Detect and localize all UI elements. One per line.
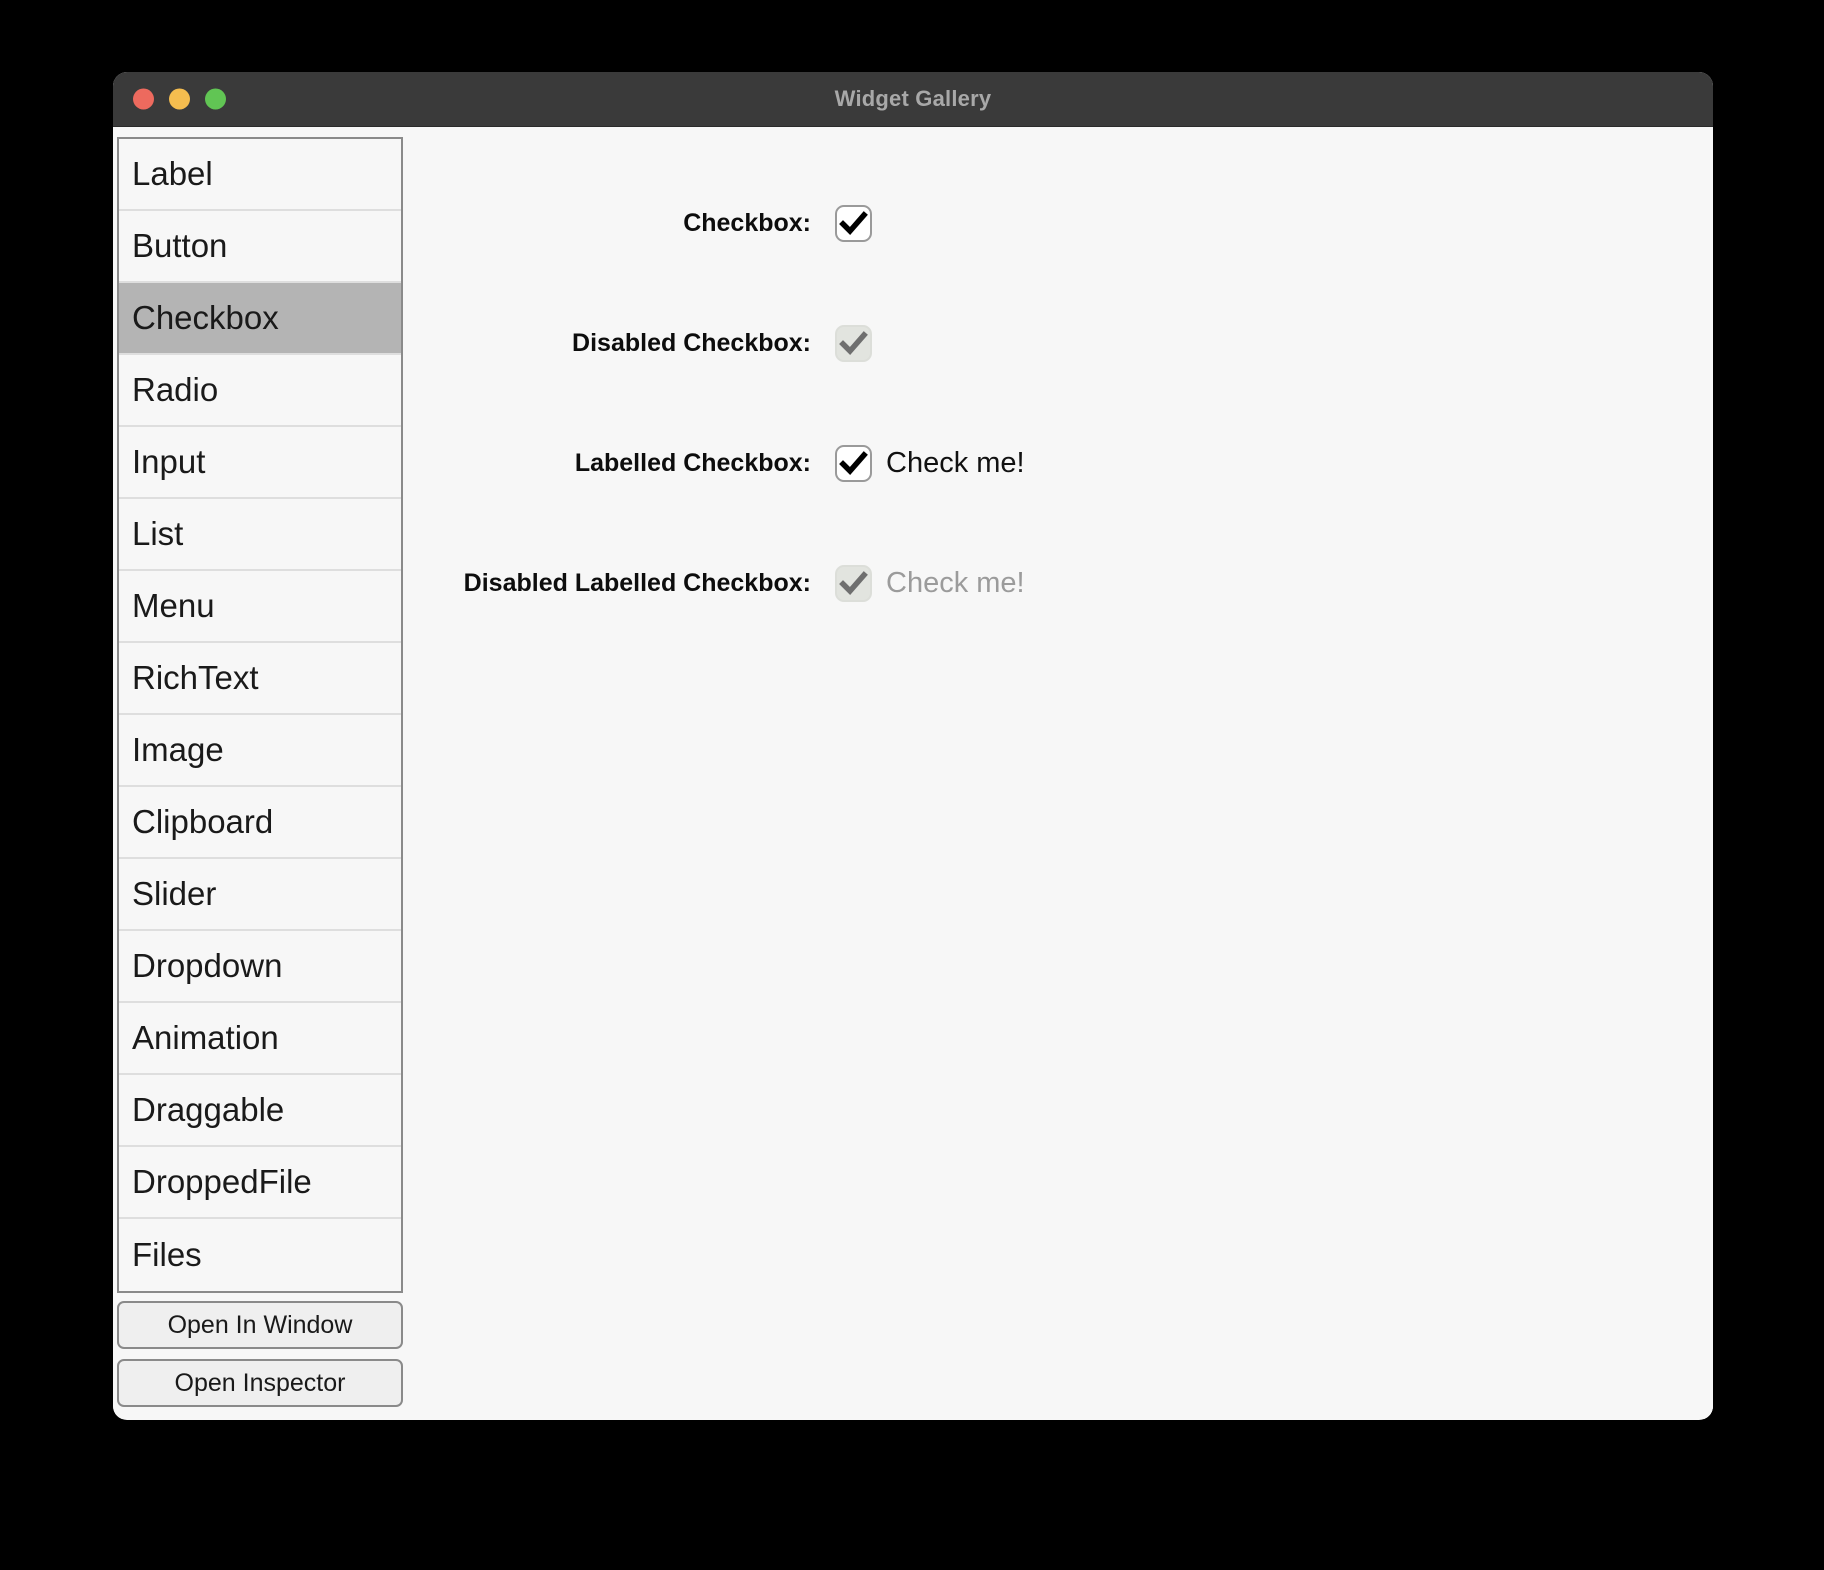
checkbox[interactable] — [835, 204, 872, 242]
checkbox-row-label: Checkbox: — [683, 208, 811, 237]
checkbox-row-label: Disabled Labelled Checkbox: — [463, 568, 811, 597]
check-icon — [839, 450, 868, 475]
checkbox-caption: Check me! — [886, 566, 1025, 599]
desktop-background: Widget Gallery Label Button Checkbox Radio I… — [0, 0, 1824, 1570]
window-body: Label Button Checkbox Radio Input List Menu Ric… — [113, 127, 1713, 1419]
checkbox-demo-rows: Checkbox: Disabled Checkbox: Labelled Chec… — [411, 187, 1713, 667]
sidebar: Label Button Checkbox Radio Input List Menu Ric… — [113, 127, 411, 1419]
checkbox-row: Labelled Checkbox: Check me! — [411, 427, 1713, 499]
sidebar-item-richtext[interactable]: RichText — [119, 643, 401, 715]
checkbox-disabled — [835, 564, 872, 602]
checkbox-disabled — [835, 324, 872, 362]
sidebar-item-button[interactable]: Button — [119, 211, 401, 283]
sidebar-item-list[interactable]: List — [119, 499, 401, 571]
sidebar-action-buttons: Open In Window Open Inspector — [117, 1301, 403, 1417]
sidebar-item-radio[interactable]: Radio — [119, 355, 401, 427]
widget-gallery-window: Widget Gallery Label Button Checkbox Radio I… — [113, 72, 1713, 1420]
open-in-window-button[interactable]: Open In Window — [117, 1301, 403, 1349]
checkbox-row-label: Disabled Checkbox: — [572, 328, 811, 357]
checkbox[interactable] — [835, 444, 872, 482]
sidebar-item-clipboard[interactable]: Clipboard — [119, 787, 401, 859]
checkbox-row: Checkbox: — [411, 187, 1713, 259]
check-icon — [839, 330, 868, 355]
open-inspector-button[interactable]: Open Inspector — [117, 1359, 403, 1407]
main-content-panel: Checkbox: Disabled Checkbox: Labelled Chec… — [411, 127, 1713, 1419]
checkbox-row: Disabled Labelled Checkbox: Check me! — [411, 547, 1713, 619]
check-icon — [839, 570, 868, 595]
checkbox-caption[interactable]: Check me! — [886, 447, 1025, 480]
window-titlebar[interactable]: Widget Gallery — [113, 72, 1713, 127]
checkbox-row-label: Labelled Checkbox: — [574, 448, 811, 477]
sidebar-item-input[interactable]: Input — [119, 427, 401, 499]
sidebar-item-dropdown[interactable]: Dropdown — [119, 931, 401, 1003]
sidebar-item-label[interactable]: Label — [119, 139, 401, 211]
window-title: Widget Gallery — [834, 86, 992, 111]
sidebar-item-droppedfile[interactable]: DroppedFile — [119, 1147, 401, 1219]
sidebar-item-menu[interactable]: Menu — [119, 571, 401, 643]
sidebar-item-checkbox[interactable]: Checkbox — [119, 283, 401, 355]
sidebar-item-slider[interactable]: Slider — [119, 859, 401, 931]
sidebar-item-files[interactable]: Files — [119, 1219, 401, 1291]
check-icon — [839, 210, 868, 235]
checkbox-row: Disabled Checkbox: — [411, 307, 1713, 379]
sidebar-item-draggable[interactable]: Draggable — [119, 1075, 401, 1147]
sidebar-nav-list: Label Button Checkbox Radio Input List Menu Ric… — [117, 137, 403, 1293]
sidebar-item-animation[interactable]: Animation — [119, 1003, 401, 1075]
sidebar-item-image[interactable]: Image — [119, 715, 401, 787]
